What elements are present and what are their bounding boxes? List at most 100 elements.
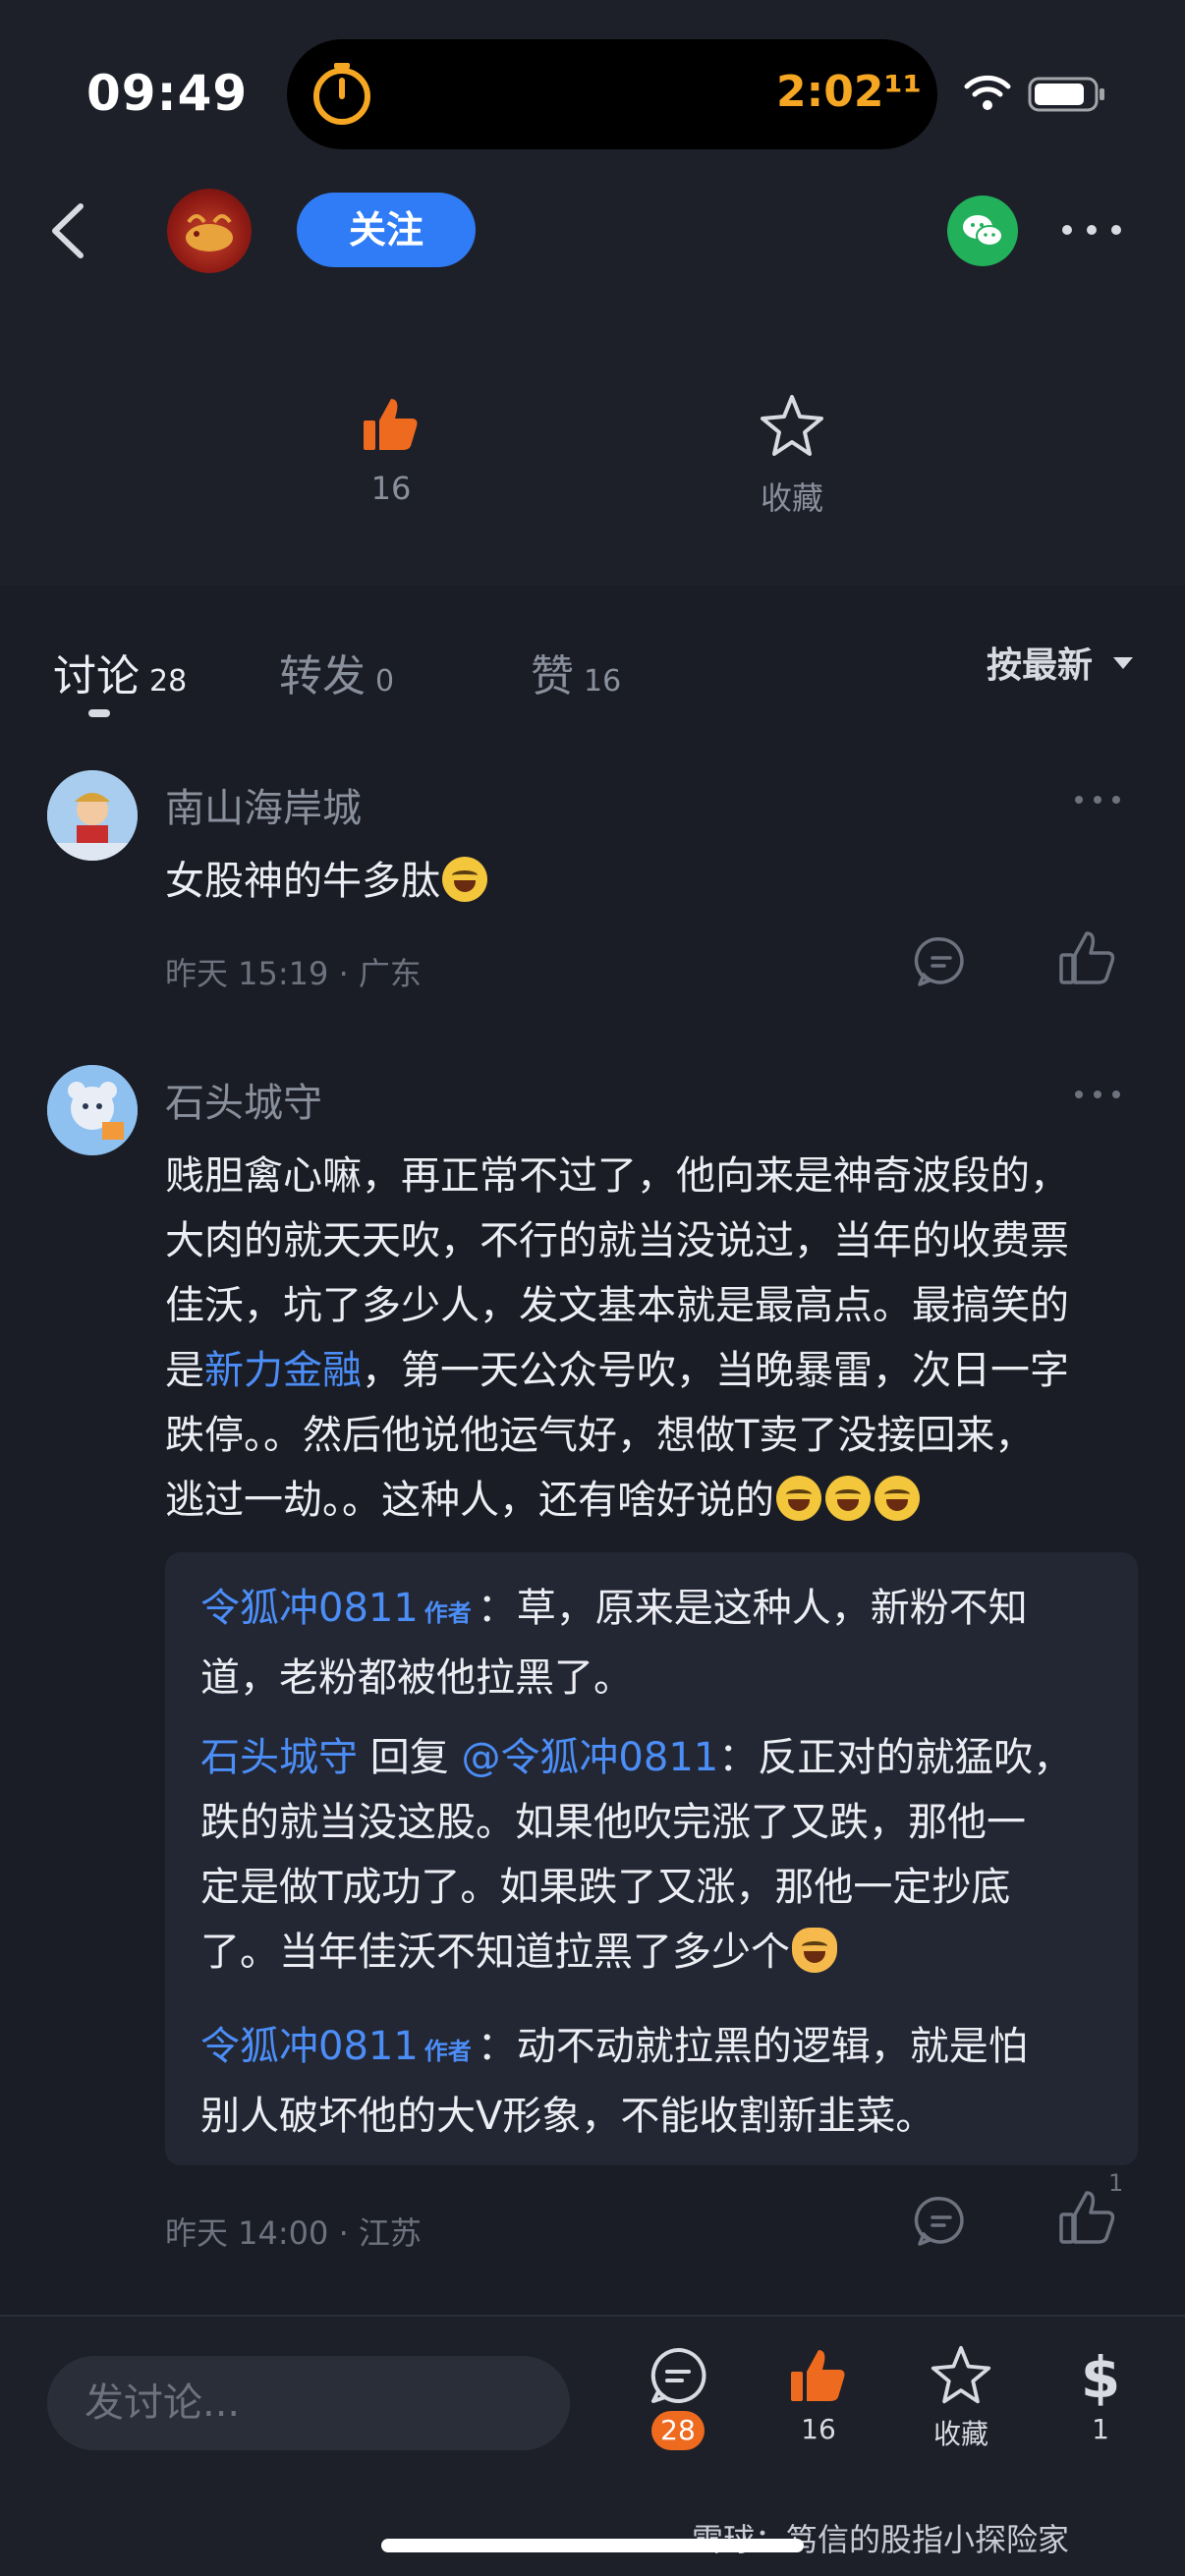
favorite-label: 收藏 [932, 2418, 988, 2450]
like-count: 16 [801, 2413, 836, 2445]
bottom-favorite-button[interactable]: 收藏 [912, 2344, 1010, 2452]
avatar-image [47, 770, 138, 861]
reply-item[interactable]: 石头城守 回复 @令狐冲0811：反正对的就猛吹， 跌的就当没这股。如果他吹完涨… [200, 1725, 1114, 1985]
battery-icon [1028, 77, 1104, 112]
reply-line: 定是做T成功了。如果跌了又涨，那他一定抄底 [200, 1865, 1011, 1910]
svg-text:$: $ [1081, 2344, 1120, 2407]
favorite-button[interactable]: 收藏 [735, 393, 849, 519]
back-icon[interactable] [39, 196, 98, 265]
comment-segment: 是 [165, 1348, 204, 1393]
avatar-image [47, 1065, 138, 1155]
follow-button[interactable]: 关注 [297, 193, 476, 267]
avatar[interactable] [47, 1065, 138, 1155]
sort-dropdown[interactable]: 按最新 [987, 637, 1135, 688]
ox-logo-icon [186, 214, 233, 252]
comment-username[interactable]: 石头城守 [165, 1071, 322, 1128]
reply-icon[interactable] [914, 2193, 969, 2248]
more-options-icon[interactable] [1057, 218, 1126, 242]
home-indicator [381, 2539, 804, 2552]
laugh-cry-emoji-icon [442, 857, 487, 902]
reward-button[interactable]: $ 1 [1051, 2344, 1150, 2445]
comment-body: 女股神的牛多肽 [165, 859, 440, 904]
tab-count: 16 [584, 664, 622, 699]
comment-meta: 昨天 15:19 · 广东 [165, 955, 422, 992]
reply-author[interactable]: 令狐冲0811 [200, 2024, 419, 2069]
comment-line: 逃过一劫。。这种人，还有啥好说的 [165, 1468, 1148, 1533]
comment-more-icon[interactable] [1073, 1087, 1122, 1102]
star-icon [931, 2345, 991, 2404]
reply-author[interactable]: 石头城守 [200, 1735, 358, 1780]
timer-text: 2:02¹¹ [776, 67, 922, 117]
tab-likes[interactable]: 赞 16 [531, 641, 621, 703]
bottom-like-button[interactable]: 16 [769, 2344, 868, 2445]
tab-discussion[interactable]: 讨论 28 [53, 641, 187, 703]
reply-line: 别人破坏他的大V形象，不能收割新韭菜。 [200, 2094, 935, 2139]
comment-more-icon[interactable] [1073, 792, 1122, 808]
wechat-share-button[interactable] [947, 196, 1018, 266]
tab-label: 讨论 [53, 651, 140, 701]
compose-input[interactable]: 发讨论... [47, 2356, 570, 2450]
comment-location: 江苏 [358, 2214, 422, 2252]
comment-text: 贱胆禽心嘛，再正常不过了，他向来是神奇波段的， 大肉的就天天吹，不行的就当没说过… [165, 1144, 1148, 1533]
like-button[interactable]: 16 [334, 393, 448, 507]
like-count: 16 [370, 470, 412, 507]
tab-count: 28 [149, 664, 188, 699]
thumbs-up-icon[interactable] [1057, 2189, 1118, 2248]
tab-label: 转发 [279, 651, 366, 701]
comment-line: 大肉的就天天吹，不行的就当没说过，当年的收费票 [165, 1218, 1069, 1263]
comment-line: 跌停。。然后他说他运气好，想做T卖了没接回来， [165, 1413, 1035, 1458]
comment-location: 广东 [358, 955, 422, 992]
cat-emoji-icon [792, 1928, 837, 1973]
timer-icon [313, 63, 370, 125]
thumbs-up-icon[interactable] [1057, 929, 1118, 988]
thumbs-up-filled-icon [364, 399, 418, 450]
comment-time: 昨天 14:00 [165, 2214, 329, 2252]
watermark: 雪球：笃信的股指小探险家 [692, 2521, 1070, 2558]
favorite-label: 收藏 [760, 479, 823, 517]
comment-like-count: 1 [1108, 2169, 1124, 2197]
stock-link[interactable]: 新力金融 [204, 1348, 362, 1393]
laugh-cry-emoji-icon [875, 1476, 920, 1521]
comment-meta: 昨天 14:00 · 江苏 [165, 2214, 422, 2252]
post-action-area [0, 295, 1185, 586]
comment-line: 贱胆禽心嘛，再正常不过了，他向来是神奇波段的， [165, 1153, 1069, 1199]
laugh-cry-emoji-icon [776, 1476, 821, 1521]
reply-target[interactable]: @令狐冲0811 [461, 1735, 718, 1780]
reply-item[interactable]: 令狐冲0811 作者 ：草，原来是这种人，新粉不知 道，老粉都被他拉黑了。 [200, 1576, 1114, 1710]
reward-count: 1 [1092, 2413, 1109, 2445]
comment-bubble-icon [650, 2347, 706, 2403]
reply-line: 跌的就当没这股。如果他吹完涨了又跌，那他一 [200, 1800, 1026, 1845]
star-icon [761, 395, 823, 456]
tab-count: 0 [375, 664, 395, 699]
reply-line: ：动不动就拉黑的逻辑，就是怕 [477, 2024, 1028, 2069]
status-time: 09:49 [86, 65, 249, 122]
author-avatar[interactable] [167, 189, 252, 273]
wifi-icon [964, 75, 1011, 110]
thumbs-up-filled-icon [791, 2350, 845, 2401]
comment-segment: 逃过一劫。。这种人，还有啥好说的 [165, 1478, 774, 1523]
comment-time: 昨天 15:19 [165, 955, 329, 992]
active-tab-indicator [88, 709, 110, 717]
comments-button[interactable]: 28 [629, 2344, 727, 2450]
wechat-icon [963, 215, 1003, 247]
reply-line: ：反正对的就猛吹， [718, 1735, 1073, 1780]
tab-label: 赞 [531, 651, 574, 701]
dollar-icon: $ [1081, 2344, 1120, 2411]
comment-line: 佳沃，坑了多少人，发文基本就是最高点。最搞笑的 [165, 1283, 1069, 1328]
sort-label: 按最新 [987, 645, 1094, 686]
comment-text: 女股神的牛多肽 [165, 849, 489, 914]
comment-segment: ，第一天公众号吹，当晚暴雷，次日一字 [362, 1348, 1069, 1393]
reply-icon[interactable] [914, 933, 969, 988]
reply-author[interactable]: 令狐冲0811 [200, 1586, 419, 1631]
tab-repost[interactable]: 转发 0 [279, 641, 394, 703]
comment-line: 是新力金融，第一天公众号吹，当晚暴雷，次日一字 [165, 1338, 1148, 1403]
reply-line: 道，老粉都被他拉黑了。 [200, 1655, 633, 1701]
comment-count-badge: 28 [651, 2411, 705, 2450]
laugh-cry-emoji-icon [825, 1476, 871, 1521]
avatar[interactable] [47, 770, 138, 861]
replies-box: 令狐冲0811 作者 ：草，原来是这种人，新粉不知 道，老粉都被他拉黑了。 石头城守… [165, 1552, 1138, 2165]
reply-item[interactable]: 令狐冲0811 作者 ：动不动就拉黑的逻辑，就是怕 别人破坏他的大V形象，不能收割新… [200, 2014, 1114, 2149]
comment-username[interactable]: 南山海岸城 [165, 776, 362, 833]
reply-line: ：草，原来是这种人，新粉不知 [477, 1586, 1028, 1631]
author-tag: 作者 [423, 1599, 472, 1627]
